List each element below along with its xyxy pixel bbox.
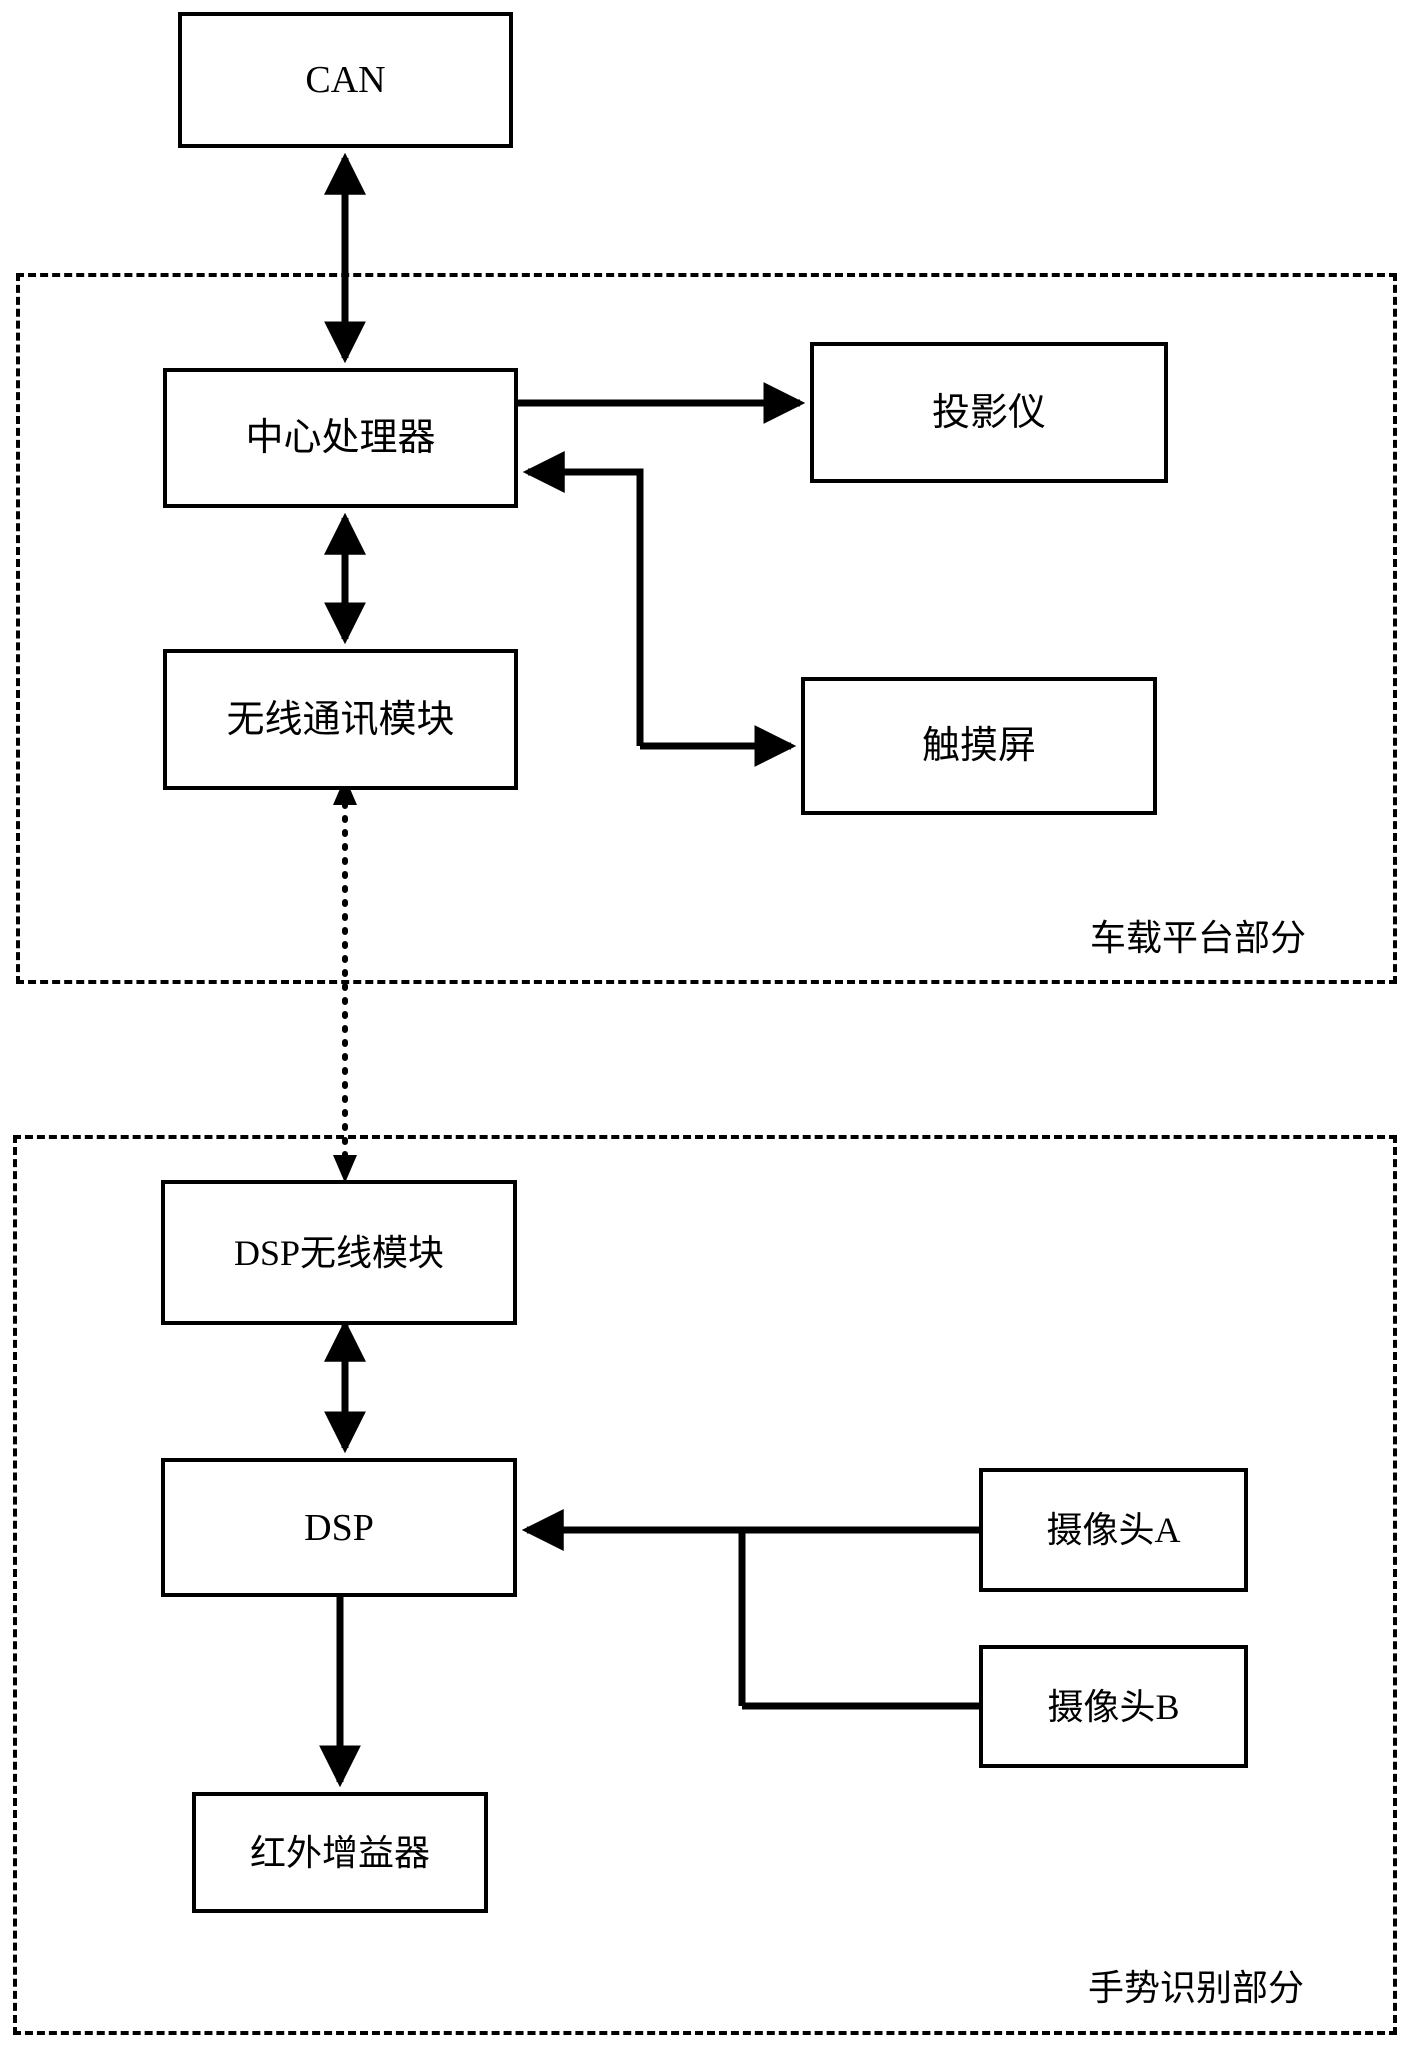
region-gesture-recognition-label: 手势识别部分: [1088, 1968, 1305, 2008]
node-infrared-amplifier[interactable]: 红外增益器: [192, 1792, 488, 1913]
region-vehicle-platform-label: 车载平台部分: [1090, 918, 1307, 958]
node-central-processor[interactable]: 中心处理器: [163, 368, 518, 508]
node-wireless-module-label: 无线通讯模块: [226, 698, 455, 741]
node-dsp-wireless-module[interactable]: DSP无线模块: [161, 1180, 517, 1325]
node-touchscreen[interactable]: 触摸屏: [801, 677, 1157, 815]
node-wireless-module[interactable]: 无线通讯模块: [163, 649, 518, 790]
node-dsp-wireless-module-label: DSP无线模块: [233, 1232, 445, 1273]
node-dsp-label: DSP: [304, 1506, 374, 1549]
node-infrared-amplifier-label: 红外增益器: [249, 1832, 430, 1873]
node-camera-a[interactable]: 摄像头A: [979, 1468, 1248, 1592]
block-diagram-canvas: 车载平台部分 手势识别部分 CAN 中心处理器 投影仪 无线通讯模块 触摸屏 D…: [0, 0, 1421, 2060]
node-can-label: CAN: [305, 59, 386, 101]
node-central-processor-label: 中心处理器: [245, 417, 436, 459]
node-projector[interactable]: 投影仪: [810, 342, 1168, 483]
node-camera-a-label: 摄像头A: [1046, 1510, 1181, 1550]
node-projector-label: 投影仪: [931, 391, 1046, 434]
node-can[interactable]: CAN: [178, 12, 513, 148]
node-dsp[interactable]: DSP: [161, 1458, 517, 1597]
node-touchscreen-label: 触摸屏: [921, 725, 1036, 767]
node-camera-b-label: 摄像头B: [1047, 1686, 1180, 1727]
node-camera-b[interactable]: 摄像头B: [979, 1645, 1248, 1768]
